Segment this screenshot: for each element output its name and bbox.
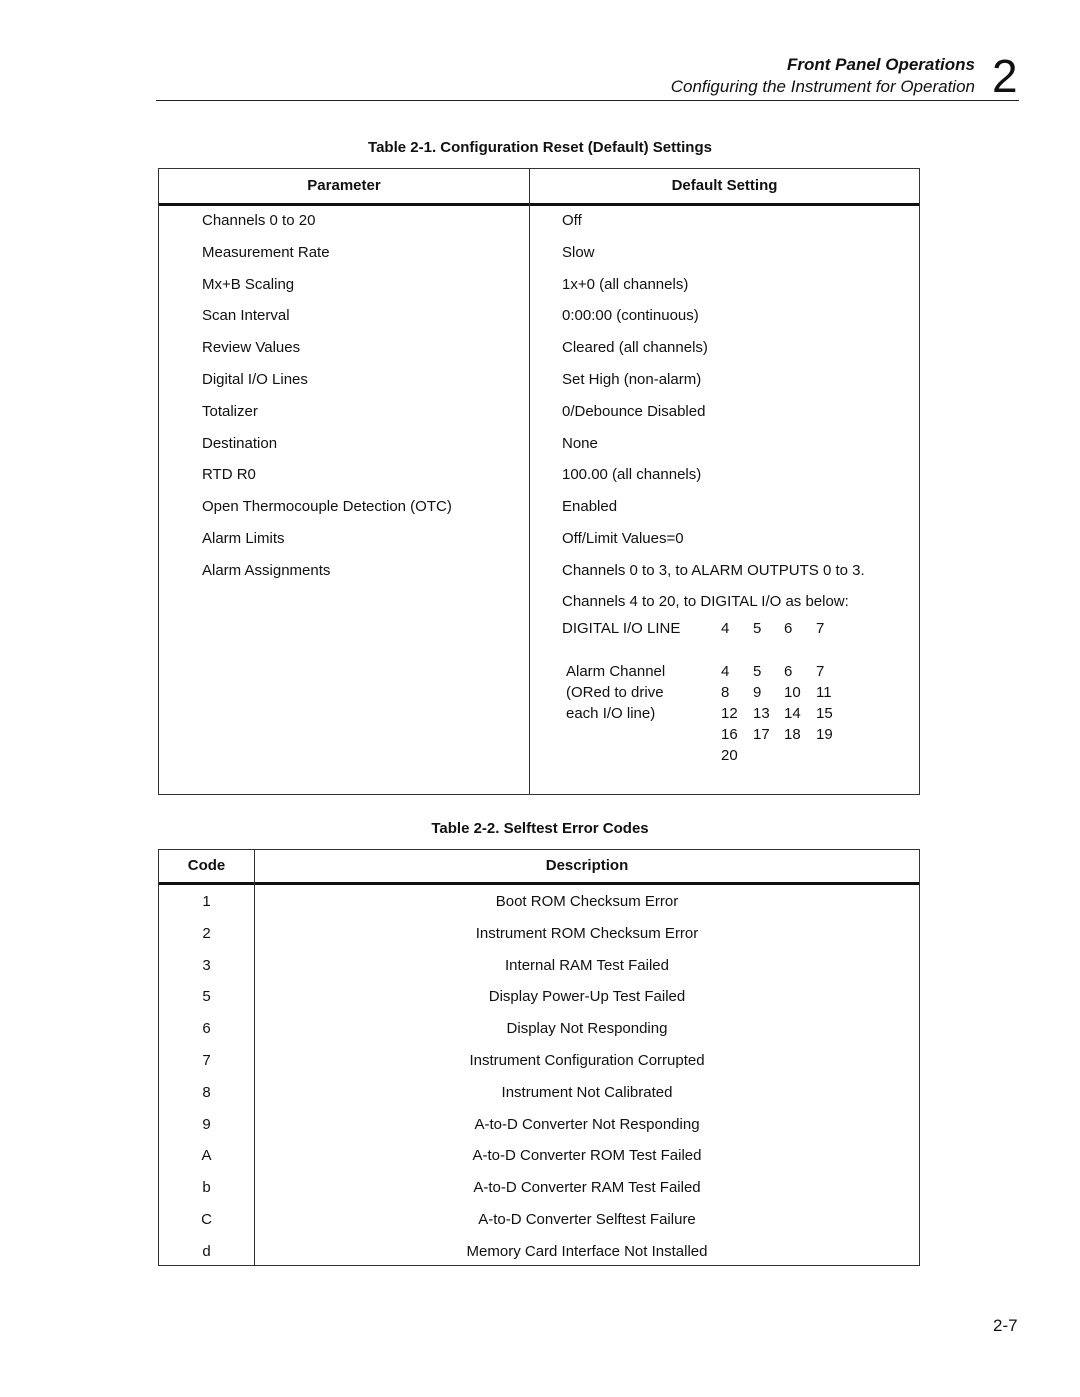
alarm-channel-label: Alarm Channel [566,663,666,680]
error-code-cell: 9 [202,1115,211,1133]
digital-io-line-number: 7 [816,620,825,637]
alarm-channel-number: 5 [753,663,762,680]
parameter-cell: Destination [202,434,278,452]
parameter-cell: RTD R0 [202,466,256,484]
error-description-cell: Instrument Configuration Corrupted [469,1052,705,1069]
error-description-cell: Internal RAM Test Failed [505,956,669,974]
alarm-channel-label: each I/O line) [566,705,656,722]
alarm-channel-number: 15 [816,705,833,722]
default-setting-cell: 100.00 (all channels) [562,466,702,484]
alarm-channel-number: 10 [784,684,801,701]
error-description-cell: Instrument ROM Checksum Error [475,924,699,942]
error-description-cell: Display Not Responding [506,1020,668,1038]
table1-column-divider [529,169,530,794]
error-description-cell: A-to-D Converter Selftest Failure [478,1211,696,1228]
section-title: Front Panel Operations [787,55,975,74]
default-setting-cell: Set High (non-alarm) [562,371,702,388]
default-setting-cell: 1x+0 (all channels) [562,275,689,293]
error-code-cell: 7 [202,1052,211,1069]
error-code-cell: 2 [202,924,211,942]
parameter-cell: Alarm Assignments [202,561,331,579]
error-code-cell: 3 [202,956,211,974]
table1-caption: Table 2-1. Configuration Reset (Default)… [368,139,712,156]
selftest-error-codes-table: Code Description 1 Boot ROM Checksum Erro… [158,849,920,1266]
error-code-cell: 8 [202,1083,211,1101]
default-setting-cell: None [562,434,598,452]
alarm-channel-number: 12 [721,705,738,722]
table1-header-parameter: Parameter [307,177,381,194]
table2-header-code: Code [187,857,226,874]
default-setting-cell: Off [562,212,582,229]
alarm-channel-number: 19 [816,726,833,743]
running-header: Front Panel Operations Configuring the I… [671,54,975,98]
default-setting-cell: Slow [562,243,595,261]
alarm-channel-number: 17 [753,726,770,743]
chapter-number: 2 [992,50,1018,102]
default-setting-cell: Cleared (all channels) [562,339,708,357]
parameter-cell: Open Thermocouple Detection (OTC) [202,498,452,516]
alarm-digital-io-note: Channels 4 to 20, to DIGITAL I/O as belo… [562,593,849,610]
error-description-cell: Boot ROM Checksum Error [495,893,679,910]
header-divider [156,100,1019,101]
digital-io-line-number: 5 [753,620,762,637]
error-description-cell: A-to-D Converter Not Responding [474,1115,700,1133]
alarm-channel-number: 6 [784,663,793,680]
default-setting-cell: Enabled [562,498,618,516]
parameter-cell: Review Values [202,339,301,357]
error-description-cell: Instrument Not Calibrated [501,1083,673,1101]
parameter-cell: Channels 0 to 20 [202,212,316,229]
section-subtitle: Configuring the Instrument for Operation [670,77,975,96]
table2-caption: Table 2-2. Selftest Error Codes [431,820,649,837]
parameter-cell: Totalizer [202,402,258,420]
table1-header-row: Parameter Default Setting [159,169,919,206]
digital-io-line-number: 4 [721,620,730,637]
error-code-cell: 1 [202,893,211,910]
parameter-cell: Measurement Rate [202,243,330,261]
error-code-cell: A [201,1147,212,1165]
parameter-cell: Digital I/O Lines [202,371,308,388]
alarm-channel-number: 18 [784,726,801,743]
error-description-cell: Memory Card Interface Not Installed [466,1242,708,1260]
alarm-channel-label: (ORed to drive [566,684,664,701]
digital-io-line-label: DIGITAL I/O LINE [562,620,681,637]
alarm-channel-number: 9 [753,684,762,701]
default-setting-cell: 0/Debounce Disabled [562,402,706,420]
error-code-cell: 5 [202,988,211,1006]
table2-header-description: Description [545,857,629,874]
alarm-channel-number: 11 [816,684,832,701]
table2-header-row: Code Description [159,850,919,885]
error-description-cell: A-to-D Converter RAM Test Failed [473,1179,701,1197]
default-setting-cell: Off/Limit Values=0 [562,530,684,547]
alarm-channel-number: 13 [753,705,770,722]
parameter-cell: Mx+B Scaling [202,275,295,293]
alarm-channel-number: 7 [816,663,825,680]
alarm-channel-number: 8 [721,684,730,701]
default-setting-cell: 0:00:00 (continuous) [562,307,699,325]
error-code-cell: d [202,1242,211,1260]
error-code-cell: 6 [202,1020,211,1038]
page-number: 2-7 [993,1316,1018,1335]
error-description-cell: Display Power-Up Test Failed [488,988,686,1006]
table1-header-default: Default Setting [671,177,778,194]
alarm-channel-number: 16 [721,726,738,743]
config-defaults-table: Parameter Default Setting Channels 0 to … [158,168,920,795]
error-description-cell: A-to-D Converter ROM Test Failed [472,1147,702,1165]
error-code-cell: C [201,1211,212,1228]
alarm-channel-number: 20 [721,747,738,764]
parameter-cell: Alarm Limits [202,530,285,547]
alarm-channel-number: 14 [784,705,801,722]
digital-io-line-number: 6 [784,620,793,637]
default-setting-cell: Channels 0 to 3, to ALARM OUTPUTS 0 to 3… [562,561,865,579]
alarm-channel-number: 4 [721,663,730,680]
parameter-cell: Scan Interval [202,307,290,325]
error-code-cell: b [202,1179,211,1197]
